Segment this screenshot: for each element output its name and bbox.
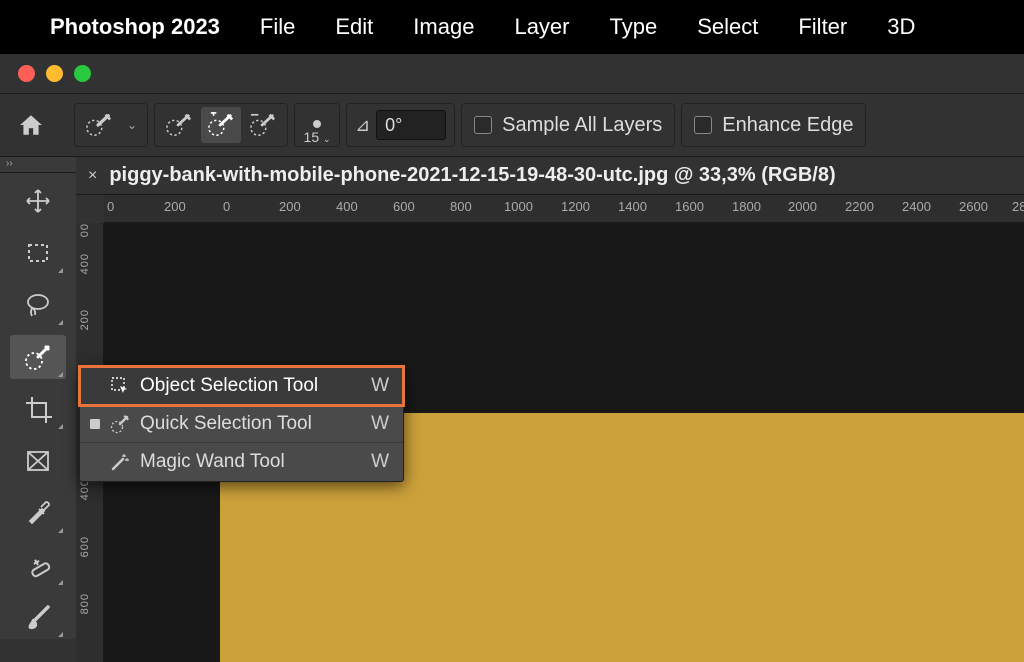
checkbox-label: Sample All Layers: [502, 114, 662, 137]
chevron-down-icon: ⌄: [121, 118, 143, 132]
menu-image[interactable]: Image: [395, 8, 492, 46]
titlebar: [0, 54, 1024, 93]
angle-input[interactable]: [376, 110, 446, 140]
move-tool[interactable]: [10, 179, 66, 223]
quick-selection-tool[interactable]: [10, 335, 66, 379]
rectangular-marquee-tool[interactable]: [10, 231, 66, 275]
eyedropper-tool[interactable]: [10, 491, 66, 535]
minimize-window-button[interactable]: [46, 65, 63, 82]
menu-layer[interactable]: Layer: [496, 8, 587, 46]
lasso-tool[interactable]: [10, 283, 66, 327]
close-tab-icon[interactable]: ×: [88, 167, 97, 185]
document-tab-title[interactable]: piggy-bank-with-mobile-phone-2021-12-15-…: [109, 164, 835, 187]
active-marker: [90, 381, 100, 391]
selection-tool-flyout: Object Selection Tool W Quick Selection …: [79, 366, 404, 482]
quick-selection-icon: [108, 414, 132, 434]
brush-tool[interactable]: [10, 595, 66, 639]
selection-mode-group: [154, 103, 288, 147]
tool-preset-group[interactable]: ⌄: [74, 103, 148, 147]
tools-expand-handle[interactable]: ››: [0, 157, 76, 173]
checkbox-icon: [474, 116, 492, 134]
brush-size-value: 15 ⌄: [304, 129, 331, 145]
options-bar: ⌄: [0, 93, 1024, 157]
macos-menubar: Photoshop 2023 File Edit Image Layer Typ…: [0, 0, 1024, 54]
flyout-object-selection[interactable]: Object Selection Tool W: [80, 367, 403, 405]
menu-select[interactable]: Select: [679, 8, 776, 46]
flyout-magic-wand[interactable]: Magic Wand Tool W: [80, 443, 403, 481]
app-name[interactable]: Photoshop 2023: [50, 14, 220, 40]
crop-tool[interactable]: [10, 387, 66, 431]
object-selection-icon: [108, 376, 132, 396]
home-button[interactable]: [10, 104, 52, 146]
menu-edit[interactable]: Edit: [317, 8, 391, 46]
close-window-button[interactable]: [18, 65, 35, 82]
angle-icon: ⊿: [355, 115, 370, 136]
magic-wand-icon: [108, 452, 132, 472]
healing-brush-tool[interactable]: [10, 543, 66, 587]
frame-tool[interactable]: [10, 439, 66, 483]
app-window: ⌄: [0, 54, 1024, 662]
maximize-window-button[interactable]: [74, 65, 91, 82]
flyout-quick-selection[interactable]: Quick Selection Tool W: [80, 405, 403, 443]
quick-selection-icon: [79, 107, 119, 143]
checkbox-label: Enhance Edge: [722, 114, 853, 137]
angle-group: ⊿: [346, 103, 455, 147]
menu-type[interactable]: Type: [592, 8, 676, 46]
document-tab-bar: × piggy-bank-with-mobile-phone-2021-12-1…: [76, 157, 1024, 195]
add-selection-button[interactable]: [201, 107, 241, 143]
active-marker: [90, 457, 100, 467]
horizontal-ruler[interactable]: 0 200 0 200 400 600 800 1000 1200 1400 1…: [104, 195, 1024, 223]
active-marker: [90, 419, 100, 429]
sample-all-layers-option[interactable]: Sample All Layers: [461, 103, 675, 147]
menu-3d[interactable]: 3D: [869, 8, 933, 46]
brush-size-picker[interactable]: 15 ⌄: [294, 103, 340, 147]
checkbox-icon: [694, 116, 712, 134]
new-selection-button[interactable]: [159, 107, 199, 143]
enhance-edge-option[interactable]: Enhance Edge: [681, 103, 866, 147]
menu-file[interactable]: File: [242, 8, 313, 46]
tools-panel: [0, 173, 76, 639]
subtract-selection-button[interactable]: [243, 107, 283, 143]
menu-filter[interactable]: Filter: [780, 8, 865, 46]
brush-preview-dot: [313, 120, 321, 128]
